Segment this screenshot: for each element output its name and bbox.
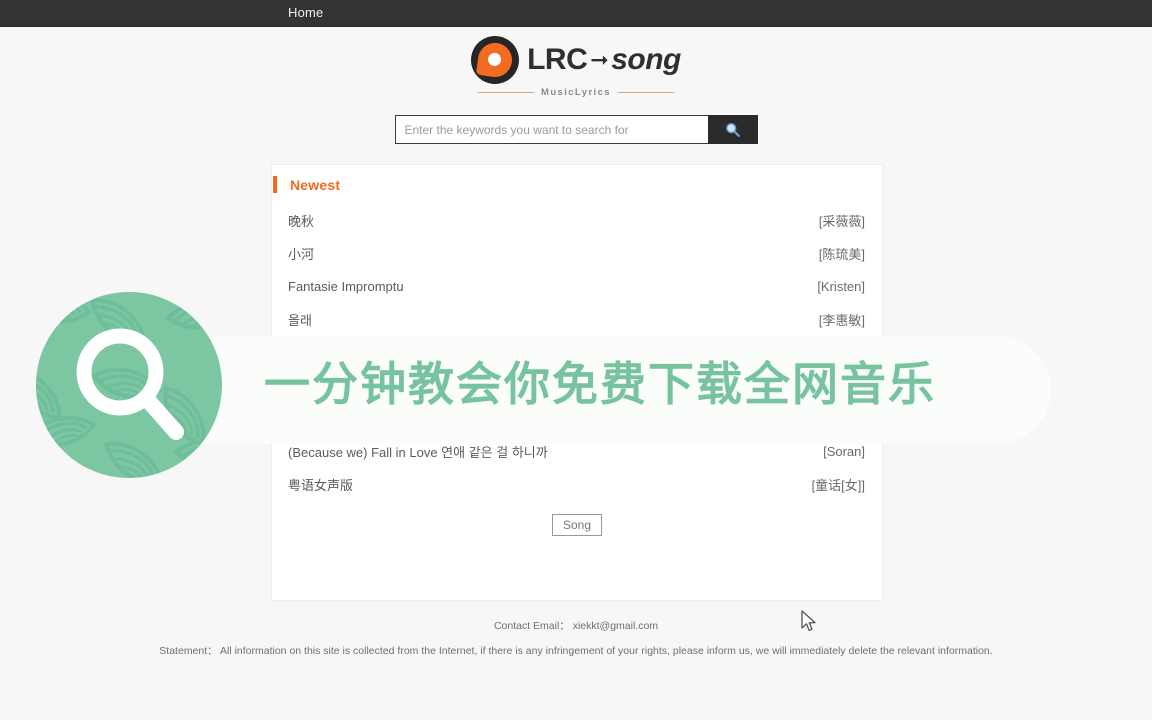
song-title: Fantasie Impromptu — [288, 279, 404, 294]
song-title: (Because we) Fall in Love 연애 같은 걸 하니까 — [288, 445, 548, 460]
logo-primary-text: LRC — [527, 43, 588, 76]
logo-rule-left — [477, 92, 534, 93]
vinyl-record-icon — [471, 36, 520, 84]
song-title: 올래 — [288, 313, 312, 328]
list-item[interactable] — [272, 336, 882, 369]
page-root: Home LRC ➞ song MusicLyrics Enter the ke… — [0, 0, 1152, 720]
card-footer: Song — [272, 514, 882, 536]
search-input[interactable] — [394, 115, 708, 144]
song-title: 晚秋 — [288, 214, 315, 229]
song-artist: [陈琉美] — [818, 247, 865, 262]
logo-subtitle: MusicLyrics — [477, 87, 674, 98]
newest-songs-card: Newest 晚秋 [采薇薇] 小河 [陈琉美] Fantasie Improm… — [271, 164, 883, 601]
list-item[interactable] — [272, 369, 882, 402]
logo-secondary-text: song — [611, 43, 681, 76]
song-title: 粤语女声版 — [288, 478, 354, 493]
list-item[interactable]: Fantasie Impromptu [Kristen] — [272, 270, 882, 303]
logo-subtitle-text: MusicLyrics — [541, 87, 611, 98]
song-list: 晚秋 [采薇薇] 小河 [陈琉美] Fantasie Impromptu [Kr… — [272, 204, 882, 501]
page-title: Newest — [290, 176, 341, 193]
list-item[interactable]: 粤语女声版 [童话[女]] — [272, 468, 882, 501]
song-artist: [童话[女]] — [811, 478, 865, 493]
site-logo[interactable]: LRC ➞ song MusicLyrics — [0, 36, 1152, 98]
logo-wordmark: LRC ➞ song — [527, 43, 681, 77]
list-item[interactable]: (Because we) Fall in Love 연애 같은 걸 하니까 [S… — [272, 435, 882, 468]
logo-rule-right — [617, 92, 674, 93]
search-button[interactable] — [707, 115, 758, 144]
mouse-pointer-icon — [800, 610, 818, 639]
song-artist: [采薇薇] — [818, 214, 865, 229]
arrow-right-icon: ➞ — [590, 47, 609, 72]
song-artist: [李惠敏] — [818, 313, 865, 328]
top-navigation-bar: Home — [0, 0, 1152, 27]
search-area — [0, 115, 1152, 144]
search-icon — [726, 123, 740, 137]
list-item[interactable]: 晚秋 [采薇薇] — [272, 204, 882, 237]
contact-email: Contact Email： xiekkt@gmail.com — [493, 620, 659, 632]
magnifier-q-icon — [36, 292, 222, 478]
list-item[interactable]: 小河 [陈琉美] — [272, 237, 882, 270]
site-footer: Contact Email： xiekkt@gmail.com Statemen… — [0, 618, 1152, 658]
legal-statement: Statement： All information on this site … — [159, 645, 993, 657]
list-item[interactable]: 올래 [李惠敏] — [272, 303, 882, 336]
card-header: Newest — [273, 165, 882, 193]
song-artist: [Soran] — [823, 444, 865, 459]
more-songs-button[interactable]: Song — [551, 514, 603, 536]
header-accent-bar — [273, 176, 277, 193]
song-artist: [Kristen] — [817, 279, 865, 294]
list-item[interactable] — [272, 402, 882, 435]
song-title: 小河 — [288, 247, 315, 262]
nav-item-home[interactable]: Home — [288, 5, 323, 21]
